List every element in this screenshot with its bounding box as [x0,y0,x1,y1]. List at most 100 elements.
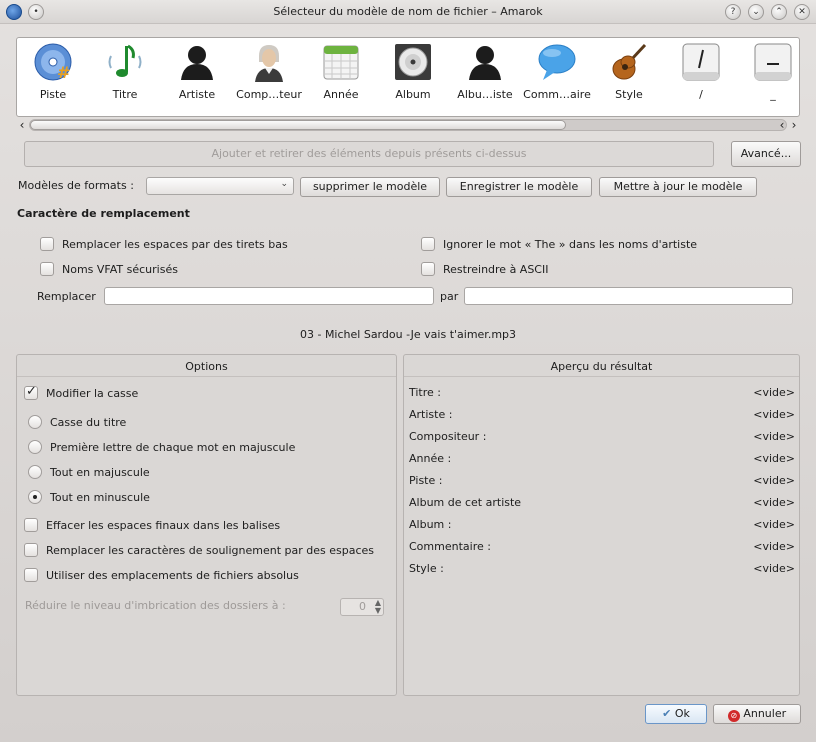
token-scrollbar[interactable]: ‹ ‹ › [16,118,800,132]
minimize-button[interactable]: ⌄ [748,4,764,20]
formats-label: Modèles de formats : [18,179,134,192]
ignore-the-label: Ignorer le mot « The » dans les noms d'a… [443,238,698,251]
result-row: Titre : <vide> [409,386,795,400]
title-case-label: Casse du titre [50,416,127,429]
scroll-left-icon-2[interactable]: ‹ [776,118,788,132]
token-label: Style [615,88,643,101]
token-label: Albu…iste [457,88,513,101]
absolute-paths-label: Utiliser des emplacements de fichiers ab… [46,569,299,582]
cancel-button[interactable]: ⊘ Annuler [713,704,801,724]
underscores-to-spaces-label: Remplacer les caractères de soulignement… [46,544,375,557]
album-artist-silhouette-icon [469,46,501,80]
result-row: Style : <vide> [409,562,795,576]
result-key: Piste : [409,474,443,487]
token-underscore[interactable]: _ [737,40,799,106]
modify-case-checkbox[interactable] [24,384,38,400]
token-drop-area[interactable]: Ajouter et retirer des éléments depuis p… [24,141,714,167]
slash-key-icon [682,43,720,81]
title-bar: • Sélecteur du modèle de nom de fichier … [0,0,816,24]
delete-template-button[interactable]: supprimer le modèle [300,177,440,197]
result-value: <vide> [753,496,795,509]
token-slash[interactable]: / [665,40,737,106]
scroll-track[interactable] [29,119,787,131]
token-label: Comp…teur [236,88,302,101]
vfat-safe-checkbox[interactable] [40,262,54,276]
ok-label: Ok [674,707,690,720]
token-album[interactable]: Album [377,40,449,106]
result-value: <vide> [753,540,795,553]
all-lower-radio[interactable] [28,490,42,504]
spaces-to-underscores-checkbox[interactable] [40,237,54,251]
token-label: _ [770,88,776,101]
update-template-button[interactable]: Mettre à jour le modèle [599,177,757,197]
token-label: Titre [112,88,138,101]
chevron-down-icon: ⌄ [280,179,288,189]
ignore-the-checkbox[interactable] [421,237,435,251]
token-artiste[interactable]: Artiste [161,40,233,106]
replace-label: Remplacer [37,290,96,303]
trim-spaces-checkbox[interactable] [24,518,38,532]
cancel-icon: ⊘ [727,710,740,722]
scroll-right-icon[interactable]: › [788,118,800,132]
with-input[interactable] [464,287,793,305]
artist-silhouette-icon [181,46,213,80]
advanced-button[interactable]: Avancé... [731,141,801,167]
spin-arrows-icon[interactable]: ▲ ▼ [375,599,381,615]
all-upper-radio[interactable] [28,465,42,479]
result-row: Album : <vide> [409,518,795,532]
result-key: Commentaire : [409,540,491,553]
absolute-paths-checkbox[interactable] [24,568,38,582]
reduce-nesting-label: Réduire le niveau d'imbrication des doss… [25,599,286,612]
underscores-to-spaces-checkbox[interactable] [24,543,38,557]
scroll-left-icon[interactable]: ‹ [16,118,28,132]
result-title: Aperçu du résultat [550,360,653,373]
token-compositeur[interactable]: Comp…teur [233,40,305,106]
ascii-only-label: Restreindre à ASCII [443,263,549,276]
result-value: <vide> [753,408,795,421]
result-key: Album : [409,518,452,531]
music-note-icon [108,44,142,77]
result-key: Album de cet artiste [409,496,522,509]
token-commentaire[interactable]: Comm…aire [521,40,593,106]
token-titre[interactable]: Titre [89,40,161,106]
scroll-thumb[interactable] [30,120,566,130]
dialog-window: • Sélecteur du modèle de nom de fichier … [0,0,816,742]
replacement-heading: Caractère de remplacement [17,207,190,220]
svg-text:#: # [57,63,70,82]
vfat-safe-label: Noms VFAT sécurisés [62,263,178,276]
token-style[interactable]: Style [593,40,665,106]
first-letter-label: Première lettre de chaque mot en majuscu… [50,441,296,454]
result-value: <vide> [753,430,795,443]
token-piste[interactable]: # Piste [17,40,89,106]
result-row: Album de cet artiste <vide> [409,496,795,510]
result-value: <vide> [753,386,795,399]
maximize-button[interactable]: ⌃ [771,4,787,20]
replace-input[interactable] [104,287,434,305]
formats-combo[interactable]: ⌄ [146,177,294,195]
token-annee[interactable]: Année [305,40,377,106]
cancel-label: Annuler [743,707,787,720]
close-button[interactable]: ✕ [794,4,810,20]
result-row: Commentaire : <vide> [409,540,795,554]
result-key: Compositeur : [409,430,487,443]
help-button[interactable]: ? [725,4,741,20]
ascii-only-checkbox[interactable] [421,262,435,276]
first-letter-radio[interactable] [28,440,42,454]
save-template-button[interactable]: Enregistrer le modèle [446,177,592,197]
title-case-radio[interactable] [28,415,42,429]
result-value: <vide> [753,562,795,575]
result-key: Style : [409,562,444,575]
window-title: Sélecteur du modèle de nom de fichier – … [273,5,543,18]
result-key: Artiste : [409,408,453,421]
result-row: Piste : <vide> [409,474,795,488]
all-lower-label: Tout en minuscule [50,491,150,504]
composer-portrait-icon [255,45,283,82]
underscore-key-icon [754,43,792,81]
ok-button[interactable]: ✔ Ok [645,704,707,724]
result-value: <vide> [753,474,795,487]
token-label: Album [395,88,431,101]
token-album-artist[interactable]: Albu…iste [449,40,521,106]
modify-case-label: Modifier la casse [46,387,139,400]
all-upper-label: Tout en majuscule [50,466,150,479]
reduce-nesting-spinbox[interactable]: 0 ▲ ▼ [340,598,384,616]
